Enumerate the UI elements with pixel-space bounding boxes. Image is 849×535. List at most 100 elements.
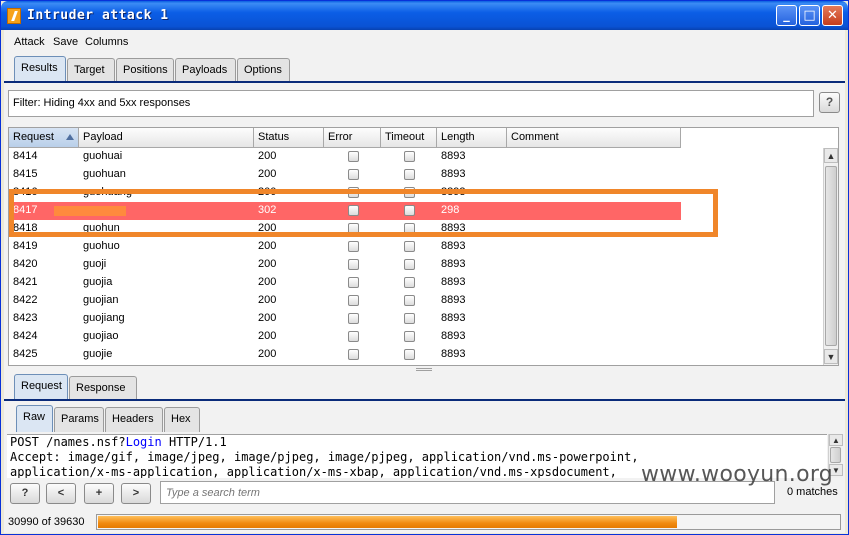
cell-status: 200	[258, 330, 277, 342]
editor-scroll-thumb[interactable]	[830, 447, 841, 463]
minimize-button[interactable]: _	[776, 5, 797, 26]
cell-length: 8893	[441, 258, 466, 270]
column-length[interactable]: Length	[437, 128, 507, 148]
error-checkbox	[348, 259, 359, 270]
filter-text: Filter: Hiding 4xx and 5xx responses	[13, 97, 191, 109]
search-next-button[interactable]: >	[121, 483, 151, 504]
timeout-checkbox	[404, 277, 415, 288]
column-error[interactable]: Error	[324, 128, 381, 148]
cell-payload: guojian	[83, 294, 119, 306]
tab-params[interactable]: Params	[54, 407, 104, 432]
tab-options[interactable]: Options	[237, 58, 290, 83]
column-payload[interactable]: Payload	[79, 128, 254, 148]
column-comment[interactable]: Comment	[507, 128, 681, 148]
maximize-button[interactable]: □	[799, 5, 820, 26]
cell-status: 200	[258, 348, 277, 360]
menu-attack[interactable]: Attack	[14, 36, 45, 48]
request-line-protocol: HTTP/1.1	[161, 435, 227, 449]
cell-length: 8893	[441, 294, 466, 306]
timeout-checkbox	[404, 295, 415, 306]
match-count: 0 matches	[787, 486, 838, 498]
table-row[interactable]: 8415 guohuan 200 8893	[9, 166, 681, 184]
tab-underline	[4, 81, 845, 83]
timeout-checkbox	[404, 169, 415, 180]
pane-splitter-handle[interactable]	[416, 368, 432, 371]
column-status[interactable]: Status	[254, 128, 324, 148]
error-checkbox	[348, 331, 359, 342]
error-checkbox	[348, 349, 359, 360]
column-timeout[interactable]: Timeout	[381, 128, 437, 148]
tab-request[interactable]: Request	[14, 374, 68, 401]
cell-length: 8893	[441, 330, 466, 342]
tab-response[interactable]: Response	[69, 376, 137, 401]
results-table: Request Payload Status Error Timeout Len…	[8, 127, 839, 366]
sort-ascending-icon	[66, 134, 74, 140]
table-row[interactable]: 8423 guojiang 200 8893	[9, 310, 681, 328]
help-button[interactable]: ?	[819, 92, 840, 113]
tab-headers[interactable]: Headers	[105, 407, 163, 432]
cell-status: 200	[258, 258, 277, 270]
cell-length: 8893	[441, 348, 466, 360]
table-row[interactable]: 8422 guojian 200 8893	[9, 292, 681, 310]
table-row[interactable]: 8420 guoji 200 8893	[9, 256, 681, 274]
annotation-highlight-box	[9, 189, 718, 237]
cell-payload: guoji	[83, 258, 107, 270]
tab-payloads[interactable]: Payloads	[175, 58, 236, 83]
progress-fill	[98, 516, 677, 528]
cell-payload: guojiao	[83, 330, 119, 342]
cell-status: 200	[258, 240, 277, 252]
scroll-up-icon[interactable]: ▲	[824, 148, 838, 163]
scroll-thumb[interactable]	[825, 166, 837, 346]
error-checkbox	[348, 169, 359, 180]
detail-tab-underline	[4, 399, 845, 401]
progress-label: 30990 of 39630	[8, 516, 85, 528]
timeout-checkbox	[404, 259, 415, 270]
cell-request: 8424	[13, 330, 38, 342]
cell-request: 8425	[13, 348, 38, 360]
cell-status: 200	[258, 150, 277, 162]
tab-results[interactable]: Results	[14, 56, 66, 83]
cell-status: 200	[258, 168, 277, 180]
tab-raw[interactable]: Raw	[16, 405, 53, 432]
editor-line-3: application/x-ms-application, applicatio…	[10, 465, 617, 478]
table-header: Request Payload Status Error Timeout Len…	[9, 128, 681, 148]
table-row[interactable]: 8421 guojia 200 8893	[9, 274, 681, 292]
cell-length: 8893	[441, 276, 466, 288]
table-row[interactable]: 8425 guojie 200 8893	[9, 346, 681, 364]
timeout-checkbox	[404, 241, 415, 252]
tab-target[interactable]: Target	[67, 58, 115, 83]
tab-positions[interactable]: Positions	[116, 58, 174, 83]
table-row[interactable]: 8414 guohuai 200 8893	[9, 148, 681, 166]
cell-status: 200	[258, 312, 277, 324]
intruder-window: Intruder attack 1 _ □ ✕ Attack Save Colu…	[0, 0, 849, 535]
table-scrollbar[interactable]: ▲ ▼	[823, 148, 838, 365]
window-content: Attack Save Columns Results Target Posit…	[4, 30, 845, 533]
cell-request: 8422	[13, 294, 38, 306]
close-button[interactable]: ✕	[822, 5, 843, 26]
cell-payload: guohuo	[83, 240, 120, 252]
request-line-text: POST /names.nsf?	[10, 435, 126, 449]
menu-bar: Attack Save Columns	[4, 30, 845, 54]
watermark-text: www.wooyun.org	[641, 462, 834, 487]
cell-status: 200	[258, 276, 277, 288]
window-title: Intruder attack 1	[27, 8, 169, 23]
search-add-button[interactable]: +	[84, 483, 114, 504]
progress-bar	[96, 514, 841, 530]
scroll-down-icon[interactable]: ▼	[824, 349, 838, 364]
search-prev-button[interactable]: <	[46, 483, 76, 504]
cell-payload: guojie	[83, 348, 113, 360]
table-row[interactable]: 8419 guohuo 200 8893	[9, 238, 681, 256]
tab-hex[interactable]: Hex	[164, 407, 200, 432]
menu-save[interactable]: Save	[53, 36, 78, 48]
timeout-checkbox	[404, 313, 415, 324]
cell-payload: guojiang	[83, 312, 125, 324]
search-help-button[interactable]: ?	[10, 483, 40, 504]
title-bar[interactable]: Intruder attack 1 _ □ ✕	[1, 1, 848, 30]
editor-scroll-up-icon[interactable]: ▲	[829, 434, 843, 446]
burp-app-icon	[7, 8, 21, 24]
menu-columns[interactable]: Columns	[85, 36, 128, 48]
table-row[interactable]: 8424 guojiao 200 8893	[9, 328, 681, 346]
cell-request: 8423	[13, 312, 38, 324]
column-request[interactable]: Request	[9, 128, 79, 148]
filter-bar[interactable]: Filter: Hiding 4xx and 5xx responses	[8, 90, 814, 117]
